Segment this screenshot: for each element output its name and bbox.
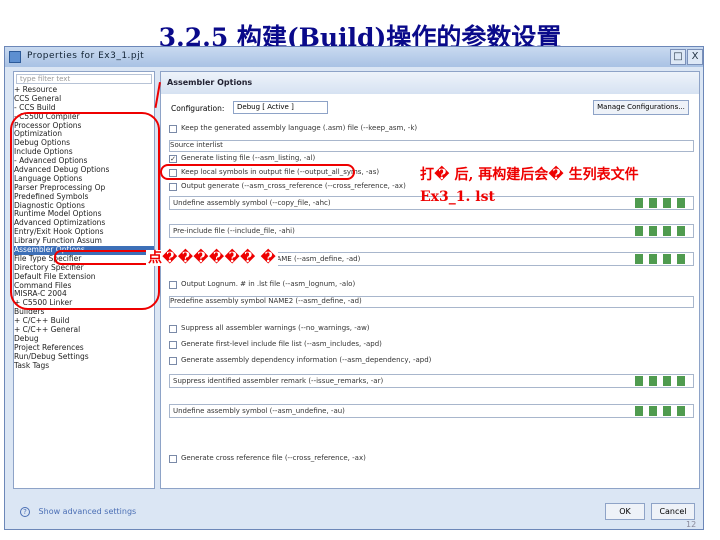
option-label: Undefine assembly symbol (--copy_file, -…	[173, 199, 331, 207]
annotation-oval-assembler	[54, 250, 158, 265]
tree-item[interactable]: Debug	[14, 335, 154, 344]
option-checkbox[interactable]: Output Lognum. # in .lst file (--asm_log…	[169, 280, 355, 292]
tree-item[interactable]: Task Tags	[14, 362, 154, 371]
option-checkbox[interactable]: Generate assembly dependency information…	[169, 356, 431, 368]
annotation-text-3: 点������ �	[146, 250, 278, 266]
manage-configurations-button[interactable]: Manage Configurations...	[593, 100, 689, 115]
option-label: Output Lognum. # in .lst file (--asm_log…	[181, 280, 356, 288]
option-label: Generate assembly dependency information…	[181, 356, 432, 364]
option-label: Output generate (--asm_cross_reference (…	[181, 182, 406, 190]
list-tool-icons[interactable]	[635, 198, 689, 208]
option-label: Suppress all assembler warnings (--no_wa…	[181, 324, 370, 332]
help-icon[interactable]: ?	[20, 507, 30, 517]
option-label: Generate first-level include file list (…	[181, 340, 382, 348]
option-checkbox[interactable]: Generate cross reference file (--cross_r…	[169, 454, 366, 466]
window-app-icon	[9, 51, 21, 63]
footer-left: ? Show advanced settings	[20, 507, 136, 517]
tree-item[interactable]: CCS General	[14, 95, 154, 104]
checkbox-box[interactable]	[169, 357, 177, 365]
config-select[interactable]: Debug [ Active ]	[233, 101, 328, 114]
filter-input[interactable]: type filter text	[16, 74, 152, 84]
checkbox-box[interactable]	[169, 325, 177, 333]
tree-item[interactable]: Project References	[14, 344, 154, 353]
annotation-oval-listing	[160, 164, 355, 180]
list-tool-icons[interactable]	[635, 406, 689, 416]
checkbox-box[interactable]	[169, 183, 177, 191]
option-label: Generate cross reference file (--cross_r…	[181, 454, 366, 462]
list-tool-icons[interactable]	[635, 226, 689, 236]
window-title: Properties for Ex3_1.pjt	[27, 51, 145, 61]
list-tool-icons[interactable]	[635, 376, 689, 386]
option-list[interactable]: Suppress identified assembler remark (--…	[169, 374, 694, 388]
annotation-text-1: 打� 后, 再构建后会� 生列表文件	[420, 167, 639, 183]
option-text[interactable]: Predefine assembly symbol NAME2 (--asm_d…	[169, 296, 694, 308]
option-label: Undefine assembly symbol (--asm_undefine…	[173, 407, 345, 415]
option-label: Pre-include file (--include_file, -ahi)	[173, 227, 295, 235]
checkbox-box[interactable]: ✓	[169, 155, 177, 163]
checkbox-box[interactable]	[169, 281, 177, 289]
annotation-text-2: Ex3_1. lst	[420, 189, 495, 205]
option-checkbox[interactable]: Keep the generated assembly language (.a…	[169, 124, 417, 136]
tree-item[interactable]: + C/C++ Build	[14, 317, 154, 326]
option-text[interactable]: Source interlist	[169, 140, 694, 152]
options-panel: Assembler Options Configuration: Debug […	[160, 71, 700, 489]
checkbox-box[interactable]	[169, 125, 177, 133]
advanced-settings-link[interactable]: Show advanced settings	[39, 507, 137, 516]
checkbox-box[interactable]	[169, 455, 177, 463]
option-list[interactable]: Pre-include file (--include_file, -ahi)	[169, 224, 694, 238]
slide-number: 12	[686, 520, 697, 529]
panel-title: Assembler Options	[161, 72, 699, 94]
tree-item[interactable]: Run/Debug Settings	[14, 353, 154, 362]
tree-item[interactable]: + C/C++ General	[14, 326, 154, 335]
option-list[interactable]: Undefine assembly symbol (--asm_undefine…	[169, 404, 694, 418]
checkbox-box[interactable]	[169, 341, 177, 349]
option-checkbox[interactable]: Output generate (--asm_cross_reference (…	[169, 182, 406, 194]
config-label: Configuration:	[171, 104, 225, 113]
annotation-oval-tree	[10, 112, 160, 310]
close-button[interactable]: X	[687, 49, 703, 65]
option-checkbox[interactable]: Suppress all assembler warnings (--no_wa…	[169, 324, 370, 336]
tree-item[interactable]: + Resource	[14, 86, 154, 95]
ok-button[interactable]: OK	[605, 503, 645, 520]
cancel-button[interactable]: Cancel	[651, 503, 695, 520]
list-tool-icons[interactable]	[635, 254, 689, 264]
option-label: Suppress identified assembler remark (--…	[173, 377, 384, 385]
minimize-button[interactable]: □	[670, 49, 686, 65]
option-label: Generate listing file (--asm_listing, -a…	[181, 154, 316, 162]
option-label: Predefine assembly symbol NAME2 (--asm_d…	[170, 297, 362, 305]
option-checkbox[interactable]: Generate first-level include file list (…	[169, 340, 382, 352]
window-titlebar: Properties for Ex3_1.pjt □ X	[5, 47, 703, 67]
option-label: Source interlist	[170, 141, 223, 149]
option-label: Keep the generated assembly language (.a…	[181, 124, 418, 132]
